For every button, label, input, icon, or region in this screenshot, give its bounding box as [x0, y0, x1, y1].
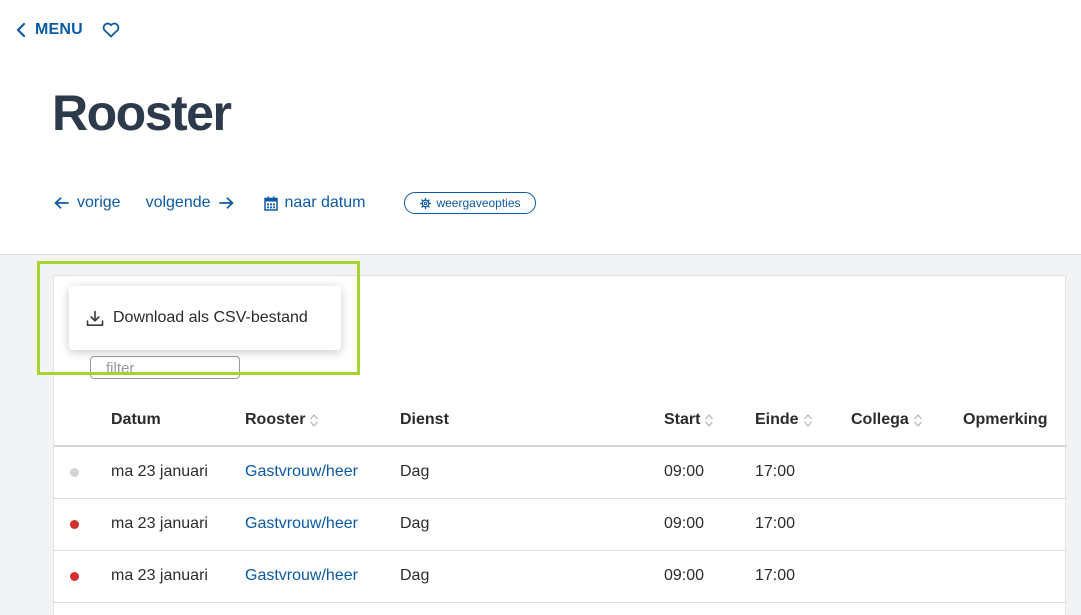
column-header-start[interactable]: Start — [664, 411, 714, 429]
arrow-left-icon — [54, 197, 69, 209]
column-header-opmerking[interactable]: Opmerking — [963, 411, 1047, 429]
next-link[interactable]: volgende — [146, 194, 234, 212]
gear-icon — [420, 197, 432, 209]
chevron-left-icon — [16, 23, 26, 37]
cell-rooster-link[interactable]: Gastvrouw/heer — [245, 463, 358, 481]
sort-icon — [309, 413, 319, 428]
column-header-rooster[interactable]: Rooster — [245, 411, 319, 429]
column-header-collega[interactable]: Collega — [851, 411, 923, 429]
arrow-right-icon — [218, 197, 233, 209]
column-label: Collega — [851, 411, 909, 428]
sort-icon — [803, 413, 813, 428]
column-label: Datum — [111, 411, 161, 428]
status-dot — [70, 520, 79, 529]
cell-start: 09:00 — [664, 515, 705, 532]
cell-dienst: Dag — [400, 463, 430, 480]
download-csv-label: Download als CSV-bestand — [113, 309, 308, 326]
table-row[interactable]: ma 23 januari Gastvrouw/heer Dag 09:00 1… — [54, 499, 1067, 551]
previous-link[interactable]: vorige — [54, 194, 121, 212]
menu-button[interactable]: MENU — [16, 21, 83, 39]
cell-start: 09:00 — [664, 463, 705, 480]
cell-dienst: Dag — [400, 567, 430, 584]
download-csv-button[interactable]: Download als CSV-bestand — [69, 286, 341, 350]
cell-einde: 17:00 — [755, 515, 796, 532]
next-label: volgende — [145, 194, 211, 211]
cell-rooster-link[interactable]: Gastvrouw/heer — [245, 567, 358, 585]
column-label: Einde — [755, 411, 799, 428]
cell-rooster-link[interactable]: Gastvrouw/heer — [245, 515, 358, 533]
calendar-icon — [263, 196, 278, 211]
column-label: Rooster — [245, 411, 306, 428]
display-options-button[interactable]: weergaveopties — [404, 192, 536, 214]
cell-einde: 17:00 — [755, 463, 796, 480]
sort-icon — [913, 413, 923, 428]
to-date-label: naar datum — [284, 194, 366, 211]
column-header-dienst[interactable]: Dienst — [400, 411, 449, 429]
column-label: Start — [664, 411, 701, 428]
column-header-datum[interactable]: Datum — [111, 411, 161, 429]
cell-datum: ma 23 januari — [111, 515, 208, 532]
status-dot — [70, 468, 79, 477]
status-dot — [70, 572, 79, 581]
to-date-link[interactable]: naar datum — [263, 194, 366, 212]
menu-label: MENU — [35, 21, 83, 38]
cell-datum: ma 23 januari — [111, 567, 208, 584]
table-row[interactable]: ma 23 januari Gastvrouw/heer Dag 09:00 1… — [54, 551, 1067, 603]
heart-icon — [102, 22, 120, 38]
column-label: Dienst — [400, 411, 449, 428]
table-header: Datum Rooster Dienst Start Einde Collega… — [54, 401, 1067, 447]
table-row[interactable]: ma 23 januari Gastvrouw/heer Dag 09:00 1… — [54, 447, 1067, 499]
page-title: Rooster — [52, 85, 232, 141]
previous-label: vorige — [77, 194, 121, 211]
cell-dienst: Dag — [400, 515, 430, 532]
cell-start: 09:00 — [664, 567, 705, 584]
favorite-button[interactable] — [102, 22, 120, 38]
column-label: Opmerking — [963, 411, 1048, 428]
cell-datum: ma 23 januari — [111, 463, 208, 480]
column-header-einde[interactable]: Einde — [755, 411, 813, 429]
download-icon — [86, 310, 104, 326]
date-navigation: vorige volgende naar datum weergaveoptie… — [54, 190, 536, 216]
display-options-label: weergaveopties — [436, 196, 521, 210]
cell-einde: 17:00 — [755, 567, 796, 584]
sort-icon — [704, 413, 714, 428]
top-bar: MENU — [16, 18, 120, 42]
